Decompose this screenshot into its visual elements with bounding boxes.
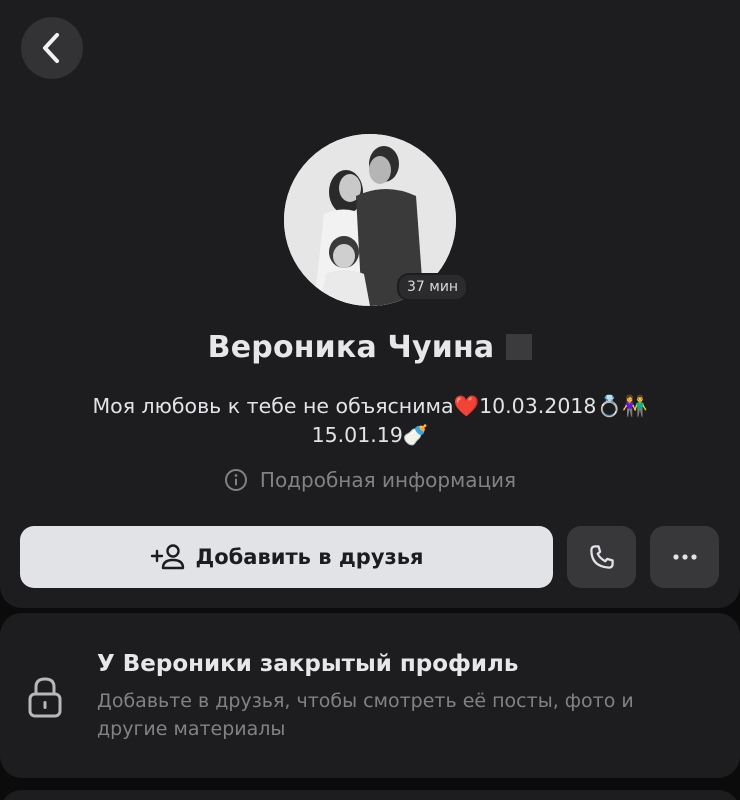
chevron-left-icon bbox=[43, 33, 59, 63]
status-line-1: Моя любовь к тебе не объяснима❤️10.03.20… bbox=[92, 394, 648, 418]
profile-header-card: 37 мин Вероника Чуина Моя любовь к тебе … bbox=[0, 0, 740, 608]
verified-placeholder-icon bbox=[506, 334, 533, 360]
more-info-link[interactable]: Подробная информация bbox=[0, 468, 740, 492]
profile-name: Вероника Чуина bbox=[207, 330, 495, 365]
status-line-2: 15.01.19🍼 bbox=[311, 423, 429, 447]
profile-status: Моя любовь к тебе не объяснима❤️10.03.20… bbox=[40, 392, 700, 450]
phone-icon bbox=[589, 545, 614, 569]
next-section-card bbox=[0, 790, 740, 800]
more-horizontal-icon bbox=[672, 554, 697, 560]
info-circle-icon bbox=[224, 468, 248, 492]
private-profile-title: У Вероники закрытый профиль bbox=[97, 651, 519, 677]
avatar-container[interactable]: 37 мин bbox=[284, 134, 469, 306]
call-button[interactable] bbox=[567, 526, 636, 588]
back-button[interactable] bbox=[21, 17, 83, 79]
last-seen-badge: 37 мин bbox=[397, 273, 469, 301]
private-profile-card: У Вероники закрытый профиль Добавьте в д… bbox=[0, 613, 740, 778]
add-friend-button[interactable]: Добавить в друзья bbox=[20, 526, 553, 588]
lock-icon bbox=[26, 675, 64, 723]
profile-screen: 37 мин Вероника Чуина Моя любовь к тебе … bbox=[0, 0, 740, 800]
more-info-label: Подробная информация bbox=[259, 468, 517, 492]
user-add-icon bbox=[150, 543, 186, 571]
more-options-button[interactable] bbox=[650, 526, 719, 588]
add-friend-label: Добавить в друзья bbox=[195, 545, 424, 569]
profile-name-row: Вероника Чуина bbox=[0, 330, 740, 365]
private-profile-description: Добавьте в друзья, чтобы смотреть её пос… bbox=[97, 690, 634, 740]
